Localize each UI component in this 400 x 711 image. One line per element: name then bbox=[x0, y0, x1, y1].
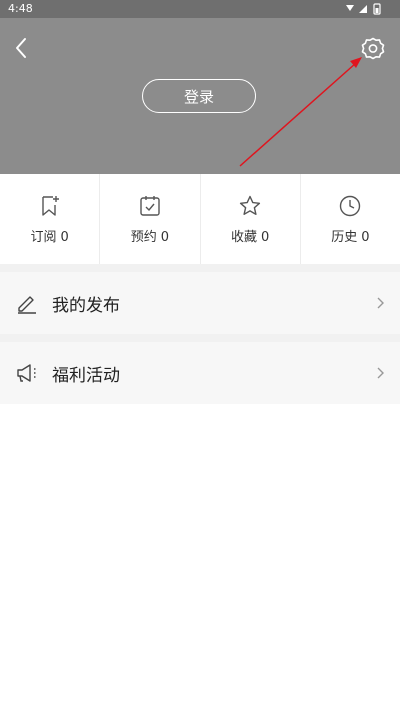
back-arrow-icon[interactable] bbox=[10, 36, 34, 60]
stats-bar: 订阅 0 预约 0 收藏 0 历史 0 bbox=[0, 174, 400, 264]
chevron-right-icon bbox=[377, 297, 384, 309]
menu-item-label: 我的发布 bbox=[52, 296, 120, 316]
stat-label: 订阅 bbox=[30, 230, 57, 245]
star-icon bbox=[240, 195, 261, 215]
stat-reservation[interactable]: 预约 0 bbox=[100, 174, 201, 264]
menu-item-label: 福利活动 bbox=[52, 366, 120, 386]
stat-label: 预约 bbox=[130, 230, 157, 245]
section-divider bbox=[0, 334, 400, 342]
stat-label: 历史 bbox=[331, 230, 358, 245]
stat-history[interactable]: 历史 0 bbox=[301, 174, 400, 264]
status-time: 4:48 bbox=[8, 2, 33, 15]
menu-item-my-posts[interactable]: 我的发布 bbox=[0, 272, 400, 334]
section-divider bbox=[0, 264, 400, 272]
stat-subscribe[interactable]: 订阅 0 bbox=[0, 174, 101, 264]
stat-count: 0 bbox=[361, 230, 370, 245]
stat-count: 0 bbox=[60, 230, 69, 245]
empty-content-area bbox=[0, 406, 400, 711]
pencil-icon bbox=[18, 296, 36, 314]
calendar-check-icon bbox=[140, 196, 160, 216]
stat-label: 收藏 bbox=[230, 230, 257, 245]
signal-icon bbox=[359, 5, 367, 13]
stat-count: 0 bbox=[160, 230, 170, 245]
megaphone-icon bbox=[17, 364, 37, 382]
clock-icon bbox=[340, 195, 361, 217]
system-status-icons bbox=[346, 3, 381, 15]
wifi-icon bbox=[346, 5, 354, 11]
bookmark-plus-icon bbox=[41, 196, 59, 216]
stat-favorites[interactable]: 收藏 0 bbox=[201, 174, 301, 264]
profile-header: 登录 bbox=[0, 18, 400, 174]
gear-icon[interactable] bbox=[360, 36, 386, 62]
status-bar: 4:48 bbox=[0, 0, 400, 18]
chevron-right-icon bbox=[377, 367, 384, 379]
login-button[interactable]: 登录 bbox=[142, 79, 256, 113]
menu-item-benefits[interactable]: 福利活动 bbox=[0, 342, 400, 404]
stat-count: 0 bbox=[260, 230, 270, 245]
